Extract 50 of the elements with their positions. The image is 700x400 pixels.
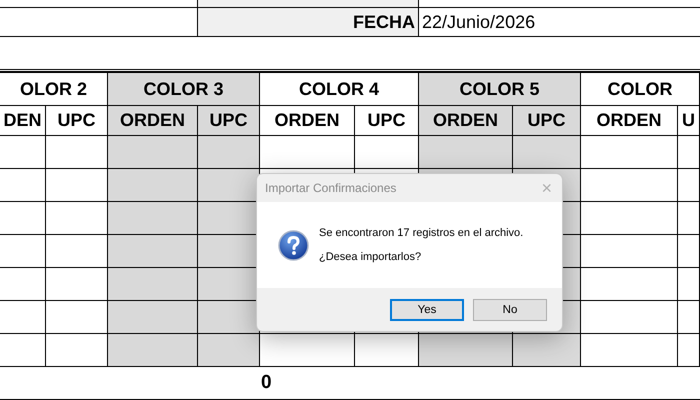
table-cell	[198, 136, 260, 169]
column-header: ORDEN	[581, 106, 678, 136]
column-header: U	[678, 106, 700, 136]
table-cell	[0, 235, 46, 268]
total-value: 0	[260, 372, 273, 394]
column-header: COLOR	[581, 73, 700, 106]
table-cell	[0, 301, 46, 334]
table-cell	[678, 301, 700, 334]
column-header: DEN	[0, 106, 46, 136]
table-cell	[513, 334, 581, 367]
column-header: UPC	[355, 106, 419, 136]
column-header: COLOR 5	[419, 73, 581, 106]
table-cell	[513, 136, 581, 169]
table-cell	[0, 169, 46, 202]
table-cell	[46, 235, 108, 268]
table-cell	[198, 334, 260, 367]
column-header: ORDEN	[260, 106, 355, 136]
question-icon	[278, 230, 309, 260]
column-header: UPC	[46, 106, 108, 136]
table-cell	[355, 136, 419, 169]
table-cell	[678, 334, 700, 367]
yes-button[interactable]: Yes	[390, 298, 464, 320]
date-label: FECHA	[198, 8, 419, 36]
table-cell	[46, 334, 108, 367]
table-cell	[678, 268, 700, 301]
column-header: UPC	[198, 106, 260, 136]
dialog-message: Se encontraron 17 registros en el archivo.	[319, 227, 524, 239]
column-header: COLOR 3	[108, 73, 260, 106]
table-cell	[0, 136, 46, 169]
table-cell	[678, 235, 700, 268]
table-cell	[46, 301, 108, 334]
table-cell	[46, 202, 108, 235]
table-cell	[0, 202, 46, 235]
table-cell	[0, 334, 46, 367]
column-header: ORDEN	[108, 106, 198, 136]
dialog-title: Importar Confirmaciones	[265, 181, 396, 195]
column-header: ORDEN	[419, 106, 513, 136]
column-header: UPC	[513, 106, 581, 136]
column-header: COLOR 4	[260, 73, 419, 106]
table-cell	[0, 268, 46, 301]
table-cell	[355, 334, 419, 367]
table-cell	[678, 136, 700, 169]
table-cell	[46, 136, 108, 169]
dialog-question: ¿Desea importarlos?	[319, 251, 422, 263]
table-cell	[678, 169, 700, 202]
no-button[interactable]: No	[473, 298, 547, 320]
table-cell	[46, 169, 108, 202]
column-header: OLOR 2	[0, 73, 108, 106]
table-cell	[46, 268, 108, 301]
table-cell	[678, 202, 700, 235]
